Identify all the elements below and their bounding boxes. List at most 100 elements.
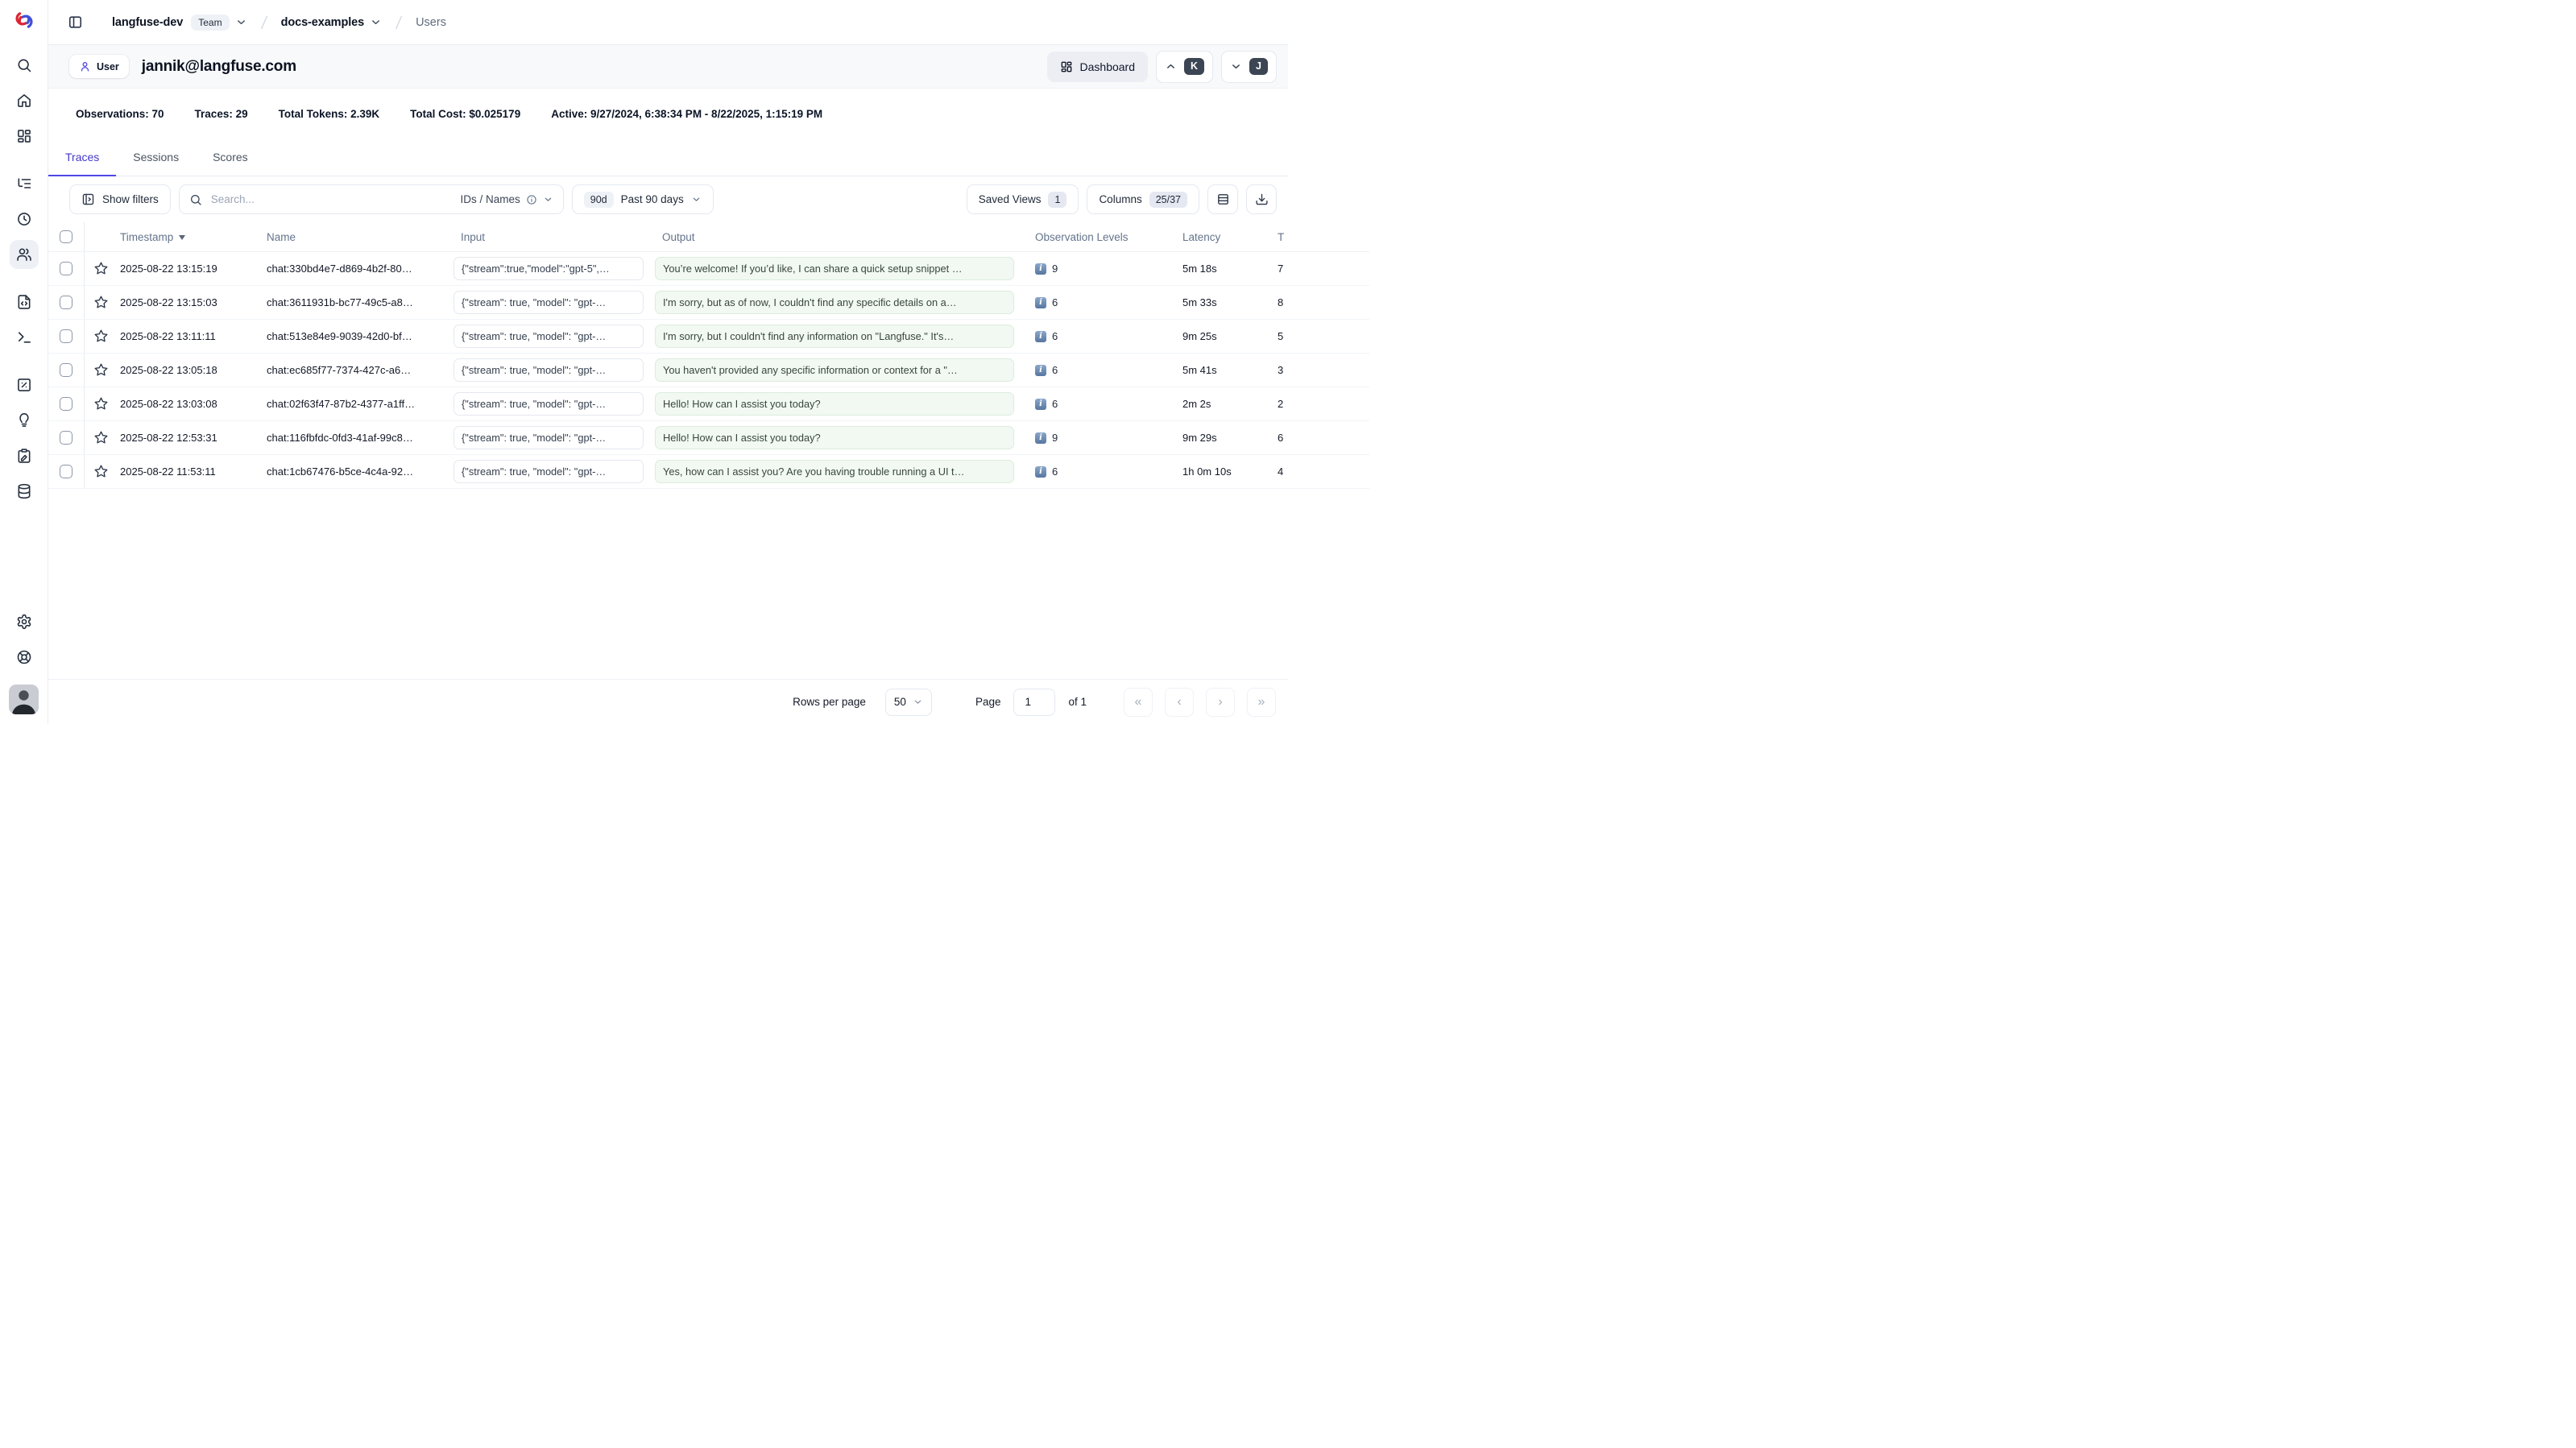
previous-page-button[interactable]: ‹ bbox=[1165, 688, 1194, 717]
row-checkbox[interactable] bbox=[60, 296, 73, 309]
header-actions: Dashboard K J bbox=[1047, 51, 1277, 83]
level-count: 9 bbox=[1052, 263, 1058, 275]
column-output[interactable]: Output bbox=[655, 231, 1024, 243]
star-icon[interactable] bbox=[93, 430, 109, 445]
dashboard-button[interactable]: Dashboard bbox=[1047, 52, 1149, 82]
rows-per-page-select[interactable]: 50 bbox=[885, 689, 932, 716]
info-level-icon: i bbox=[1035, 297, 1046, 308]
row-checkbox[interactable] bbox=[60, 363, 73, 377]
pagination-nav: « ‹ › » bbox=[1124, 688, 1276, 717]
row-checkbox[interactable] bbox=[60, 397, 73, 411]
chevron-down-icon[interactable] bbox=[370, 16, 382, 28]
export-download-button[interactable] bbox=[1246, 184, 1277, 214]
column-observation-levels[interactable]: Observation Levels bbox=[1024, 231, 1173, 243]
row-checkbox[interactable] bbox=[60, 262, 73, 275]
input-value: {"stream": true, "model": "gpt-… bbox=[453, 426, 644, 449]
column-tokens-truncated[interactable]: T bbox=[1268, 231, 1316, 243]
latency-cell: 9m 25s bbox=[1173, 330, 1268, 342]
table-row[interactable]: 2025-08-22 13:15:19 chat:330bd4e7-d869-4… bbox=[48, 252, 1369, 286]
sidebar-support-icon[interactable] bbox=[10, 643, 39, 672]
tab-bar: Traces Sessions Scores bbox=[48, 139, 1288, 176]
tab-sessions[interactable]: Sessions bbox=[116, 139, 196, 176]
row-checkbox[interactable] bbox=[60, 465, 73, 478]
saved-views-button[interactable]: Saved Views 1 bbox=[967, 184, 1079, 214]
star-icon[interactable] bbox=[93, 396, 109, 412]
date-range-button[interactable]: 90d Past 90 days bbox=[572, 184, 714, 214]
tab-scores[interactable]: Scores bbox=[196, 139, 265, 176]
table-row[interactable]: 2025-08-22 13:05:18 chat:ec685f77-7374-4… bbox=[48, 354, 1369, 387]
breadcrumb-project[interactable]: docs-examples bbox=[281, 16, 364, 29]
search-input[interactable] bbox=[209, 192, 453, 206]
chevron-down-icon[interactable] bbox=[235, 16, 247, 28]
next-page-button[interactable]: › bbox=[1206, 688, 1235, 717]
select-all-cell bbox=[48, 222, 85, 251]
saved-views-label: Saved Views bbox=[979, 193, 1042, 205]
date-range-badge: 90d bbox=[584, 192, 614, 208]
table-row[interactable]: 2025-08-22 13:15:03 chat:3611931b-bc77-4… bbox=[48, 286, 1369, 320]
last-page-button[interactable]: » bbox=[1247, 688, 1276, 717]
sidebar-bottom bbox=[9, 601, 39, 714]
row-checkbox[interactable] bbox=[60, 329, 73, 343]
column-name[interactable]: Name bbox=[267, 231, 453, 243]
row-star-cell bbox=[85, 295, 117, 310]
search-scope-select[interactable]: IDs / Names bbox=[461, 193, 553, 205]
column-timestamp[interactable]: Timestamp bbox=[117, 231, 267, 243]
sidebar-dashboards-icon[interactable] bbox=[10, 122, 39, 151]
sidebar-users-icon[interactable] bbox=[10, 240, 39, 269]
app-window: langfuse-dev Team docs-examples Users bbox=[0, 0, 1288, 724]
breadcrumb-org[interactable]: langfuse-dev bbox=[112, 16, 183, 29]
page-number-input[interactable] bbox=[1013, 689, 1055, 716]
pagination-bar: Rows per page 50 Page of 1 « ‹ › » bbox=[48, 679, 1288, 724]
star-icon[interactable] bbox=[93, 329, 109, 344]
user-avatar[interactable] bbox=[9, 685, 39, 714]
star-icon[interactable] bbox=[93, 464, 109, 479]
tokens-cell: 8 bbox=[1268, 296, 1316, 308]
column-latency[interactable]: Latency bbox=[1173, 231, 1268, 243]
column-input[interactable]: Input bbox=[453, 231, 655, 243]
row-checkbox[interactable] bbox=[60, 431, 73, 445]
previous-user-button[interactable]: K bbox=[1156, 51, 1213, 83]
name-cell: chat:116fbfdc-0fd3-41af-99c8… bbox=[267, 432, 453, 444]
kbd-k: K bbox=[1184, 58, 1204, 76]
show-filters-button[interactable]: Show filters bbox=[69, 184, 171, 214]
input-cell: {"stream": true, "model": "gpt-… bbox=[453, 291, 655, 314]
sidebar-datasets-icon[interactable] bbox=[10, 477, 39, 506]
info-level-icon: i bbox=[1035, 466, 1046, 478]
columns-button[interactable]: Columns 25/37 bbox=[1087, 184, 1199, 214]
table-row[interactable]: 2025-08-22 13:03:08 chat:02f63f47-87b2-4… bbox=[48, 387, 1369, 421]
table-row[interactable]: 2025-08-22 11:53:11 chat:1cb67476-b5ce-4… bbox=[48, 455, 1369, 489]
next-user-button[interactable]: J bbox=[1221, 51, 1277, 83]
first-page-button[interactable]: « bbox=[1124, 688, 1153, 717]
table-toolbar: Show filters IDs / Names 90d Past 90 day… bbox=[48, 176, 1288, 222]
sidebar-settings-icon[interactable] bbox=[10, 607, 39, 636]
star-icon[interactable] bbox=[93, 295, 109, 310]
star-icon[interactable] bbox=[93, 261, 109, 276]
sidebar-search-icon[interactable] bbox=[10, 51, 39, 80]
select-all-checkbox[interactable] bbox=[60, 230, 73, 244]
output-cell: You haven't provided any specific inform… bbox=[655, 358, 1024, 382]
sidebar-toggle-icon[interactable] bbox=[68, 14, 83, 30]
sidebar-sessions-icon[interactable] bbox=[10, 205, 39, 234]
rows-per-page-group: Rows per page 50 bbox=[793, 689, 932, 716]
table-row[interactable]: 2025-08-22 13:11:11 chat:513e84e9-9039-4… bbox=[48, 320, 1369, 354]
sidebar-prompts-icon[interactable] bbox=[10, 288, 39, 316]
row-height-button[interactable] bbox=[1207, 184, 1238, 214]
sidebar-lightbulb-icon[interactable] bbox=[10, 406, 39, 435]
sidebar-evaluation-icon[interactable] bbox=[10, 370, 39, 399]
star-icon[interactable] bbox=[93, 362, 109, 378]
page-label: Page bbox=[975, 696, 1001, 708]
sidebar-annotation-icon[interactable] bbox=[10, 441, 39, 470]
sidebar-home-icon[interactable] bbox=[10, 86, 39, 115]
tab-traces[interactable]: Traces bbox=[48, 139, 116, 176]
timestamp-cell: 2025-08-22 11:53:11 bbox=[117, 465, 267, 478]
tokens-cell: 5 bbox=[1268, 330, 1316, 342]
output-value: You’re welcome! If you’d like, I can sha… bbox=[655, 257, 1014, 280]
info-circle-icon bbox=[526, 194, 537, 205]
search-icon bbox=[189, 193, 202, 206]
sidebar-tracing-icon[interactable] bbox=[10, 169, 39, 198]
input-value: {"stream": true, "model": "gpt-… bbox=[453, 325, 644, 348]
output-value: You haven't provided any specific inform… bbox=[655, 358, 1014, 382]
rows-per-page-value: 50 bbox=[894, 696, 906, 708]
sidebar-playground-icon[interactable] bbox=[10, 323, 39, 352]
table-row[interactable]: 2025-08-22 12:53:31 chat:116fbfdc-0fd3-4… bbox=[48, 421, 1369, 455]
